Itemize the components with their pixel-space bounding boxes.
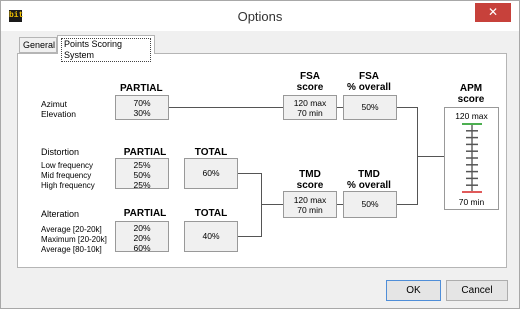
distortion-total-box[interactable]: 60% <box>184 158 238 189</box>
alteration-values-box[interactable]: 20% 20% 60% <box>115 221 169 253</box>
fsa-score-header: FSA score <box>296 71 324 93</box>
alteration-labels: Average [20-20k] Maximum [20-20k] Averag… <box>41 225 107 254</box>
connector-alteration-out <box>238 236 261 237</box>
connector-to-tmd <box>261 204 283 205</box>
tab-points-scoring-system[interactable]: Points Scoring System <box>57 35 155 62</box>
distortion-title: Distortion <box>41 147 80 157</box>
alteration-total-header: TOTAL <box>194 208 228 219</box>
distortion-labels: Low frequency Mid frequency High frequen… <box>41 161 95 190</box>
options-dialog: bit Options ✕ General Points Scoring Sys… <box>0 0 520 309</box>
alteration-total-box[interactable]: 40% <box>184 221 238 252</box>
alteration-partial-header: PARTIAL <box>123 208 167 219</box>
connector-to-apm <box>417 156 444 157</box>
distortion-partial-header: PARTIAL <box>123 147 167 158</box>
azimut-values-box[interactable]: 70% 30% <box>115 95 169 120</box>
tmd-score-header: TMD score <box>296 169 324 191</box>
azimut-labels: Azimut Elevation <box>41 99 76 119</box>
ok-button[interactable]: OK <box>386 280 441 301</box>
cancel-button[interactable]: Cancel <box>446 280 508 301</box>
connector-tmd-apm <box>397 204 417 205</box>
tab-general[interactable]: General <box>19 37 57 53</box>
connector-distortion-out <box>238 173 261 174</box>
apm-score-gauge: 120 max 70 min <box>444 107 499 210</box>
alteration-title: Alteration <box>41 209 80 219</box>
azimut-partial-header: PARTIAL <box>120 83 163 94</box>
fsa-score-box[interactable]: 120 max 70 min <box>283 95 337 120</box>
apm-scale-icon <box>462 123 482 193</box>
tmd-overall-box[interactable]: 50% <box>343 191 397 218</box>
distortion-total-header: TOTAL <box>194 147 228 158</box>
connector-tmd-overall <box>337 204 343 205</box>
connector-azimut-fsa <box>169 107 283 108</box>
fsa-overall-header: FSA % overall <box>347 71 391 93</box>
connector-fsa-overall <box>337 107 343 108</box>
distortion-values-box[interactable]: 25% 50% 25% <box>115 158 169 190</box>
connector-tmd-vertical <box>261 173 262 237</box>
window-title: Options <box>237 9 283 24</box>
apm-score-header: APM score <box>457 83 485 105</box>
title-bar: bit Options ✕ <box>1 1 519 31</box>
close-button[interactable]: ✕ <box>475 3 511 22</box>
fsa-overall-box[interactable]: 50% <box>343 95 397 120</box>
connector-fsa-apm <box>397 107 417 108</box>
tab-points-scoring-system-label: Points Scoring System <box>61 38 151 62</box>
tmd-score-box[interactable]: 120 max 70 min <box>283 191 337 218</box>
tmd-overall-header: TMD % overall <box>347 169 391 191</box>
